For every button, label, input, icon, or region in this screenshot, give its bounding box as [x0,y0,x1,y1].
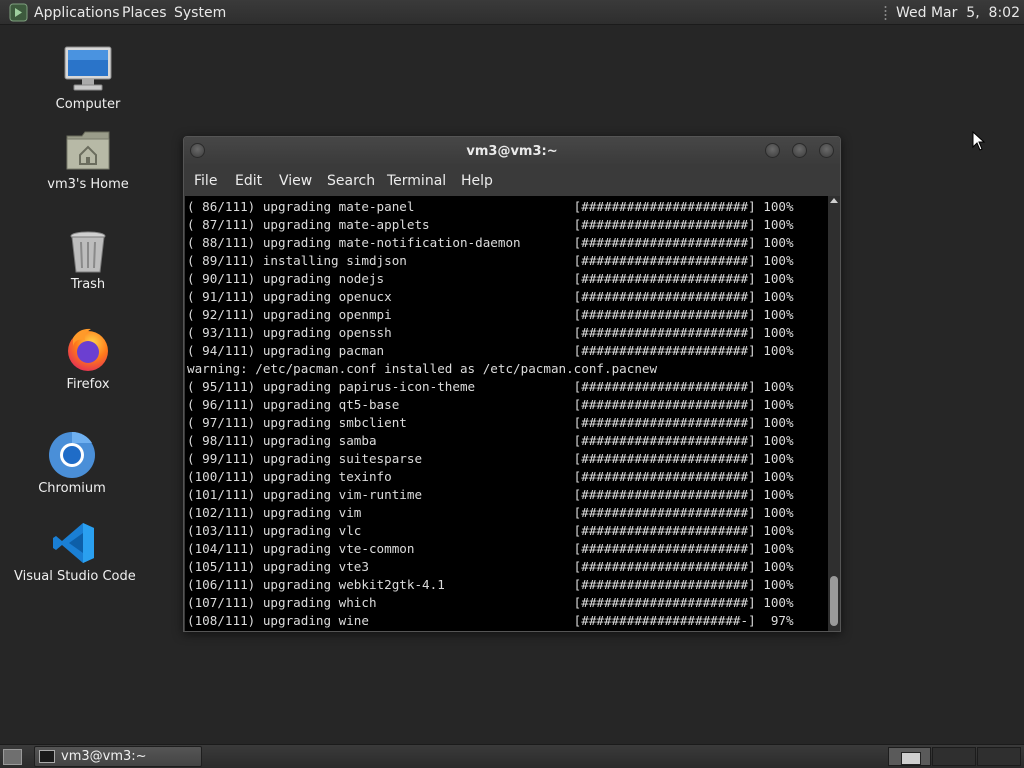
terminal-scrollbar[interactable] [828,196,840,631]
scrollbar-thumb[interactable] [830,576,838,626]
firefox-icon [68,328,108,371]
applications-menu[interactable]: Applications [34,4,120,22]
panel-separator [884,5,887,20]
terminal-line: ( 90/111) upgrading nodejs [############… [187,271,794,286]
trash-icon [70,231,106,273]
chromium-icon [49,431,95,478]
terminal-line: (106/111) upgrading webkit2gtk-4.1 [####… [187,577,794,592]
mouse-pointer-icon [972,131,986,151]
desktop-icon-computer[interactable]: Computer [40,44,136,116]
terminal-line: (107/111) upgrading which [#############… [187,595,794,610]
menu-terminal[interactable]: Terminal [387,173,446,189]
computer-icon [64,46,112,91]
terminal-line: ( 97/111) upgrading smbclient [#########… [187,415,794,430]
terminal-line: ( 86/111) upgrading mate-panel [########… [187,199,794,214]
terminal-line: warning: /etc/pacman.conf installed as /… [187,361,658,376]
terminal-line: ( 91/111) upgrading openucx [###########… [187,289,794,304]
terminal-line: (102/111) upgrading vim [###############… [187,505,794,520]
minimize-button[interactable] [765,143,780,158]
menu-edit[interactable]: Edit [235,173,262,189]
menu-file[interactable]: File [194,173,217,189]
show-desktop-button[interactable] [3,749,22,765]
desktop-icon-label: Chromium [38,481,106,496]
window-title: vm3@vm3:~ [466,144,558,159]
places-menu[interactable]: Places [122,4,167,22]
vscode-icon [53,523,94,563]
terminal-window[interactable]: vm3@vm3:~ File Edit View Search Terminal… [183,136,841,632]
desktop-icon-label: Firefox [66,377,110,392]
desktop-icon-label: Computer [55,97,121,112]
terminal-line: ( 89/111) installing simdjson [#########… [187,253,794,268]
taskbar-item-terminal[interactable]: vm3@vm3:~ [34,746,202,767]
terminal-output[interactable]: ( 86/111) upgrading mate-panel [########… [185,196,828,631]
clock[interactable]: Wed Mar 5, 8:02 AM [896,4,1024,22]
desktop-icon-vscode[interactable]: Visual Studio Code [14,518,136,588]
terminal-line: (103/111) upgrading vlc [###############… [187,523,794,538]
terminal-line: ( 93/111) upgrading openssh [###########… [187,325,794,340]
menu-help[interactable]: Help [461,173,493,189]
terminal-titlebar[interactable]: vm3@vm3:~ [184,137,840,166]
home-folder-icon [66,131,110,170]
terminal-line: ( 99/111) upgrading suitesparse [#######… [187,451,794,466]
workspace-3[interactable] [977,747,1021,766]
workspace-window-thumbnail [901,752,921,765]
system-menu[interactable]: System [174,4,226,22]
desktop-icon-label: vm3's Home [47,177,129,192]
terminal-line: (100/111) upgrading texinfo [###########… [187,469,794,484]
terminal-line: (108/111) upgrading wine [##############… [187,613,794,628]
terminal-line: ( 87/111) upgrading mate-applets [######… [187,217,794,232]
maximize-button[interactable] [792,143,807,158]
mate-logo-icon[interactable] [9,3,28,22]
terminal-line: ( 94/111) upgrading pacman [############… [187,343,794,358]
menu-search[interactable]: Search [327,173,375,189]
taskbar-item-label: vm3@vm3:~ [61,749,147,764]
scroll-up-arrow-icon[interactable] [830,198,838,203]
terminal-line: (105/111) upgrading vte3 [##############… [187,559,794,574]
workspace-1[interactable] [888,747,931,766]
terminal-line: ( 92/111) upgrading openmpi [###########… [187,307,794,322]
bottom-panel: vm3@vm3:~ [0,744,1024,768]
desktop-icon-home[interactable]: vm3's Home [40,128,136,196]
desktop-icon-chromium[interactable]: Chromium [24,428,120,500]
terminal-line: ( 95/111) upgrading papirus-icon-theme [… [187,379,794,394]
terminal-line: (104/111) upgrading vte-common [########… [187,541,794,556]
desktop-icon-label: Trash [70,277,106,292]
menu-view[interactable]: View [279,173,312,189]
terminal-icon [39,750,55,763]
workspace-2[interactable] [932,747,976,766]
top-panel: Applications Places System Wed Mar 5, 8:… [0,0,1024,25]
desktop-icon-label: Visual Studio Code [14,569,136,584]
terminal-line: ( 96/111) upgrading qt5-base [##########… [187,397,794,412]
terminal-line: ( 88/111) upgrading mate-notification-da… [187,235,794,250]
terminal-line: (101/111) upgrading vim-runtime [#######… [187,487,794,502]
close-button[interactable] [819,143,834,158]
desktop-icon-firefox[interactable]: Firefox [40,324,136,396]
terminal-menubar: File Edit View Search Terminal Help [184,166,840,196]
desktop-icon-trash[interactable]: Trash [40,228,136,296]
terminal-line: ( 98/111) upgrading samba [#############… [187,433,794,448]
